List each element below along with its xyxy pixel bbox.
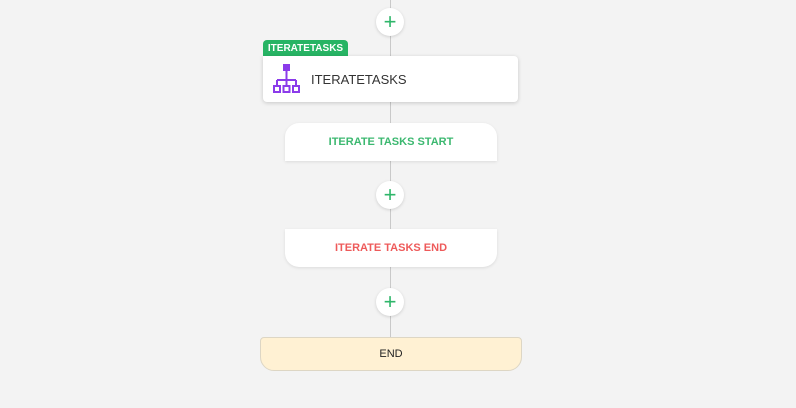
iterate-tasks-card[interactable]: ITERATETASKS [263, 56, 518, 102]
end-node: END [260, 337, 522, 371]
hierarchy-icon [273, 64, 300, 93]
iterate-start-node[interactable]: ITERATE TASKS START [285, 123, 497, 161]
add-step-button[interactable]: + [376, 181, 404, 209]
iterate-end-node[interactable]: ITERATE TASKS END [285, 229, 497, 267]
step-type-badge: ITERATETASKS [263, 40, 348, 56]
connector-line [390, 0, 391, 337]
add-step-button[interactable]: + [376, 8, 404, 36]
add-step-button[interactable]: + [376, 288, 404, 316]
card-title: ITERATETASKS [311, 71, 407, 87]
